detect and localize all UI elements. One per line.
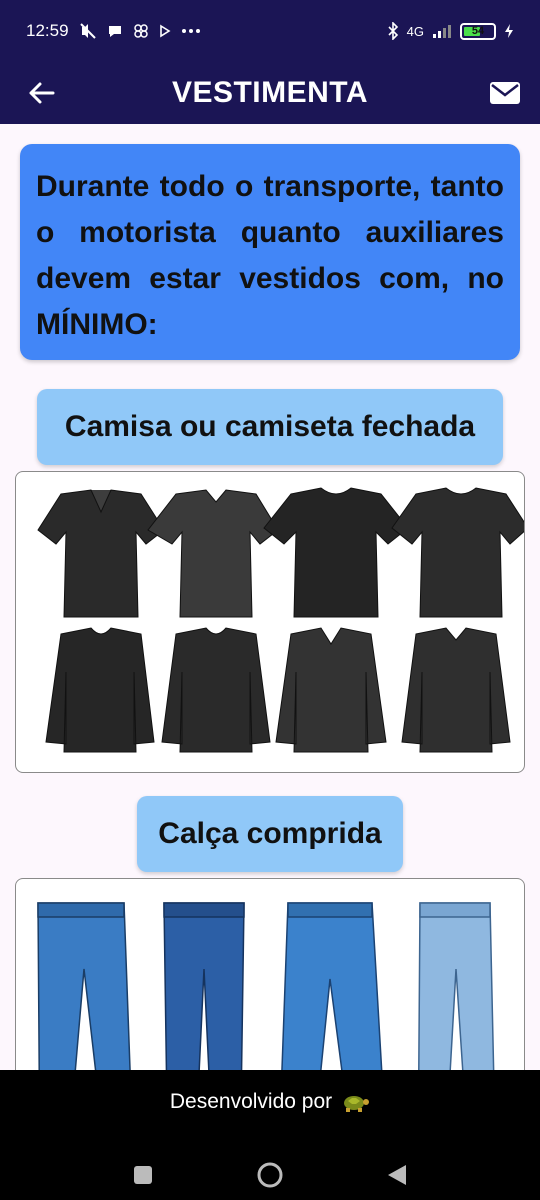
- longsleeve-polo-2: [401, 627, 511, 753]
- shirts-image: [15, 471, 525, 773]
- system-nav-bar: [0, 1150, 540, 1200]
- footer: Desenvolvido por: [0, 1070, 540, 1200]
- status-left: 12:59: [26, 21, 201, 41]
- circle-icon: [257, 1162, 283, 1188]
- recents-button[interactable]: [123, 1155, 163, 1195]
- chat-icon: [108, 26, 121, 37]
- arrow-left-icon: [29, 82, 55, 104]
- more-dots-icon: [181, 29, 200, 33]
- status-bar: 12:59 4G 54: [0, 0, 540, 62]
- notice-text: Durante todo o transporte, tanto o motor…: [36, 170, 504, 341]
- pants-illustration: [32, 893, 510, 1070]
- notice-box: Durante todo o transporte, tanto o motor…: [20, 144, 520, 360]
- page-title: VESTIMENTA: [171, 76, 369, 109]
- longsleeve-polo-1: [275, 627, 387, 753]
- signal-icon: [433, 25, 451, 38]
- footer-text: Desenvolvido por: [169, 1090, 333, 1113]
- charging-icon: [505, 24, 513, 38]
- shirts-illustration: [32, 486, 524, 760]
- mail-icon: [490, 82, 520, 104]
- triangle-back-icon: [387, 1165, 406, 1185]
- bluetooth-icon: [388, 22, 398, 40]
- longsleeve-2: [161, 627, 271, 753]
- play-icon: [159, 24, 171, 38]
- mail-button[interactable]: [486, 74, 524, 112]
- longsleeve-1: [45, 627, 155, 753]
- content-area[interactable]: Durante todo o transporte, tanto o motor…: [0, 124, 540, 1070]
- turtle-icon: [344, 1096, 370, 1112]
- back-button[interactable]: [22, 74, 60, 112]
- mute-icon: [79, 23, 96, 39]
- system-back-button[interactable]: [377, 1155, 417, 1195]
- footer-credit: Desenvolvido por: [0, 1090, 540, 1114]
- status-right: 4G 54: [387, 22, 514, 40]
- item-label-pants: Calça comprida: [137, 796, 403, 872]
- battery-icon: 54: [460, 22, 496, 40]
- status-time: 12:59: [26, 21, 69, 40]
- square-icon: [134, 1166, 153, 1184]
- battery-level-text: 54: [471, 25, 485, 37]
- network-label: 4G: [406, 23, 424, 39]
- home-button[interactable]: [250, 1155, 290, 1195]
- pinwheel-icon: [133, 24, 148, 38]
- pants-image: [15, 878, 525, 1070]
- app-bar: VESTIMENTA: [0, 62, 540, 124]
- item-label-shirt: Camisa ou camiseta fechada: [37, 389, 503, 465]
